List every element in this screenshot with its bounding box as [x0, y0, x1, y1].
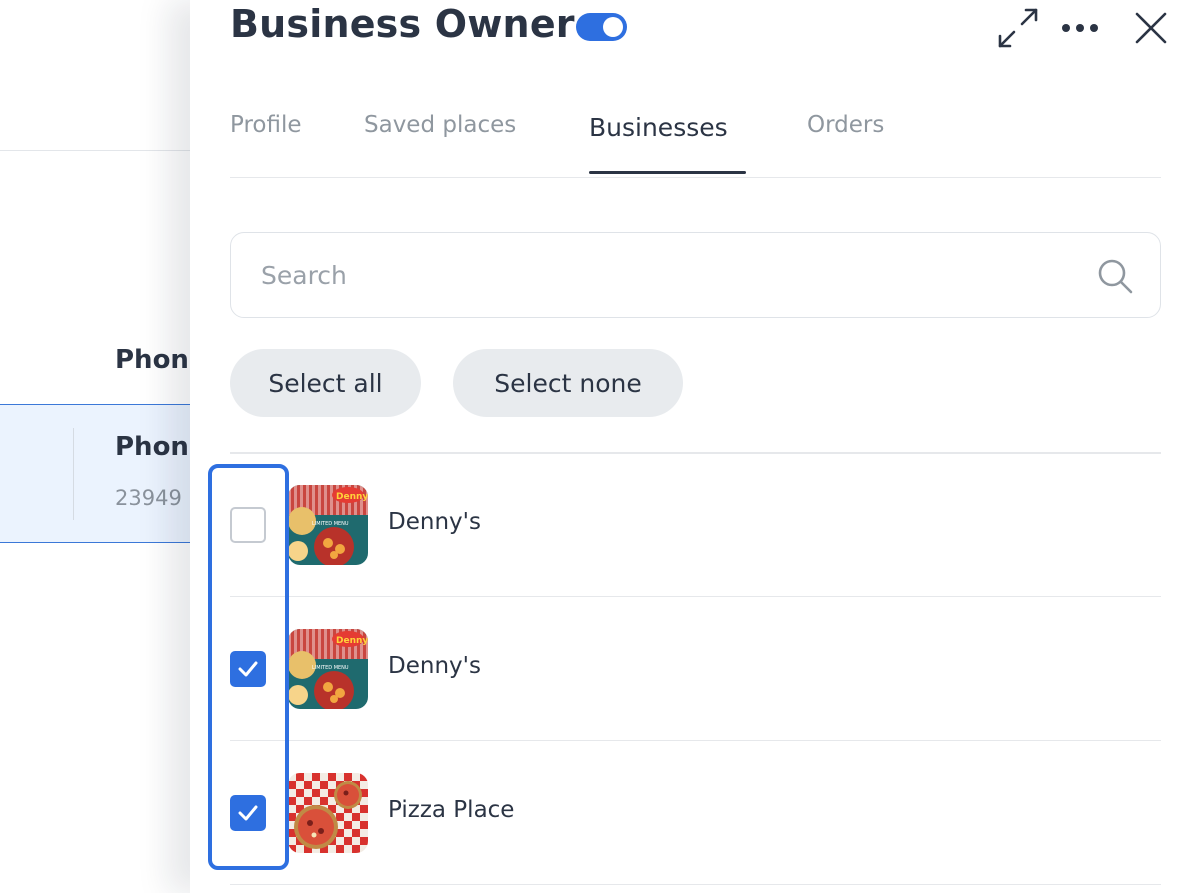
owner-toggle[interactable] — [576, 13, 627, 41]
more-options-button[interactable] — [1056, 0, 1104, 56]
close-icon — [1135, 12, 1167, 44]
business-list-item[interactable]: Denny's LIMITED MENU Denny's — [230, 597, 1161, 741]
business-list-item[interactable]: Pizza Place — [230, 741, 1161, 885]
business-name: Denny's — [388, 653, 481, 679]
svg-text:LIMITED MENU: LIMITED MENU — [312, 521, 349, 527]
business-checkbox[interactable] — [230, 795, 266, 831]
tab-profile[interactable]: Profile — [230, 112, 302, 138]
background-row-divider — [73, 428, 74, 520]
background-row-subtitle: 23949 — [115, 486, 182, 510]
svg-text:Denny's: Denny's — [336, 636, 368, 646]
search-button[interactable] — [1096, 257, 1134, 295]
search-input[interactable] — [261, 255, 1081, 295]
more-horizontal-icon — [1062, 24, 1098, 32]
check-icon — [238, 805, 258, 821]
drawer-tabs: Profile Saved places Businesses Orders — [230, 100, 1161, 178]
svg-text:Denny's: Denny's — [336, 492, 368, 502]
tab-saved-places[interactable]: Saved places — [364, 112, 516, 138]
toggle-knob — [603, 17, 623, 37]
search-icon — [1098, 259, 1133, 294]
svg-text:LIMITED MENU: LIMITED MENU — [312, 665, 349, 671]
business-list-item[interactable]: Denny's LIMITED MENU Denny's — [230, 453, 1161, 597]
business-thumbnail — [288, 773, 368, 853]
business-checkbox[interactable] — [230, 651, 266, 687]
business-name: Denny's — [388, 509, 481, 535]
select-none-button[interactable]: Select none — [453, 349, 683, 417]
business-checkbox[interactable] — [230, 507, 266, 543]
close-button[interactable] — [1126, 0, 1176, 56]
expand-icon — [998, 8, 1038, 48]
tab-orders[interactable]: Orders — [807, 112, 884, 138]
search-box[interactable] — [230, 232, 1161, 318]
business-thumbnail: Denny's LIMITED MENU — [288, 629, 368, 709]
select-all-button[interactable]: Select all — [230, 349, 421, 417]
business-owner-drawer: Business Owner Profile Saved places Busi… — [190, 0, 1200, 893]
drawer-title: Business Owner — [230, 2, 575, 46]
tab-businesses[interactable]: Businesses — [589, 113, 728, 142]
business-thumbnail: Denny's LIMITED MENU — [288, 485, 368, 565]
check-icon — [238, 661, 258, 677]
active-tab-indicator — [589, 171, 746, 174]
business-name: Pizza Place — [388, 797, 515, 823]
expand-button[interactable] — [994, 0, 1042, 56]
